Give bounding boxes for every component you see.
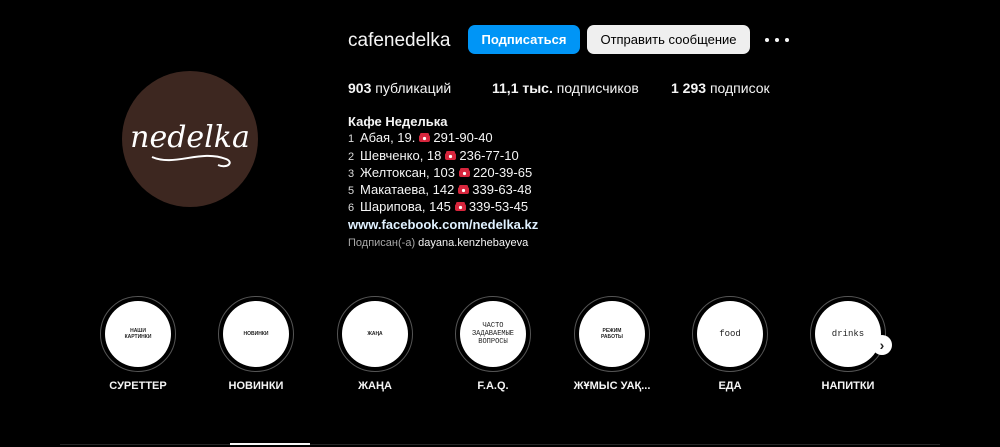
phone-number[interactable]: 291-90-40: [433, 130, 492, 145]
followed-by-user[interactable]: dayana.kenzhebayeva: [418, 237, 528, 249]
highlight-ring: ЖАҢА: [337, 296, 413, 372]
posts-label: публикаций: [375, 80, 452, 96]
address-number: 3: [348, 167, 354, 180]
telephone-icon: [458, 167, 470, 177]
address-text: Макатаева, 142: [360, 182, 455, 198]
story-highlight[interactable]: food ЕДА: [690, 296, 770, 392]
highlight-cover: ЧАСТО ЗАДАВАЕМЫЕ ВОПРОСЫ: [460, 301, 526, 367]
phone-number[interactable]: 339-53-45: [469, 199, 528, 214]
address-number: 6: [348, 202, 354, 215]
highlight-label: ЖАҢА: [358, 380, 392, 392]
telephone-icon: [454, 202, 466, 212]
highlight-ring: РЕЖИМ РАБОТЫ: [574, 296, 650, 372]
telephone-icon: [445, 150, 457, 160]
address-text: Желтоксан, 103: [360, 164, 455, 180]
follow-button[interactable]: Подписаться: [468, 25, 580, 54]
highlight-ring: НОВИНКИ: [218, 296, 294, 372]
bio-address-line: 2 Шевченко, 18 236-77-10: [348, 148, 538, 165]
following-label: подписок: [709, 80, 770, 96]
highlight-cover: НОВИНКИ: [223, 301, 289, 367]
highlight-label: НАПИТКИ: [821, 380, 875, 392]
telephone-icon: [419, 133, 431, 143]
send-message-button[interactable]: Отправить сообщение: [587, 25, 750, 54]
followers-count: 11,1 тыс.: [492, 80, 553, 96]
following-count: 1 293: [671, 80, 707, 96]
profile-full-name: Кафе Неделька: [348, 114, 448, 129]
address-number: 1: [348, 133, 354, 146]
address-number: 2: [348, 150, 354, 163]
more-options-icon[interactable]: [765, 30, 789, 50]
phone-number[interactable]: 220-39-65: [473, 165, 532, 180]
telephone-icon: [458, 185, 470, 195]
bio-address-line: 1 Абая, 19. 291-90-40: [348, 130, 538, 147]
followed-by: Подписан(-а) dayana.kenzhebayeva: [348, 237, 528, 249]
story-highlight[interactable]: НАШИ КАРТИНКИ СУРЕТТЕР: [98, 296, 178, 392]
phone-number[interactable]: 339-63-48: [472, 182, 531, 197]
highlight-cover: НАШИ КАРТИНКИ: [105, 301, 171, 367]
story-highlight[interactable]: ЧАСТО ЗАДАВАЕМЫЕ ВОПРОСЫ F.A.Q.: [453, 296, 533, 392]
address-text: Шевченко, 18: [360, 147, 442, 163]
bio-address-line: 3 Желтоксан, 103 220-39-65: [348, 165, 538, 182]
bio-address-line: 5 Макатаева, 142 339-63-48: [348, 182, 538, 199]
svg-text:nedelka: nedelka: [130, 120, 250, 155]
story-highlight[interactable]: НОВИНКИ НОВИНКИ: [216, 296, 296, 392]
highlight-cover: food: [697, 301, 763, 367]
followed-by-prefix: Подписан(-а): [348, 237, 416, 249]
nedelka-logo: nedelka: [130, 120, 250, 168]
phone-number[interactable]: 236-77-10: [459, 148, 518, 163]
story-highlight[interactable]: РЕЖИМ РАБОТЫ ЖҰМЫС УАҚ...: [572, 296, 652, 392]
highlight-ring: ЧАСТО ЗАДАВАЕМЫЕ ВОПРОСЫ: [455, 296, 531, 372]
active-tab-indicator: [230, 443, 310, 445]
highlight-label: ЖҰМЫС УАҚ...: [573, 380, 651, 392]
chevron-right-icon[interactable]: ›: [872, 335, 892, 355]
highlight-ring: НАШИ КАРТИНКИ: [100, 296, 176, 372]
profile-username: cafenedelka: [348, 30, 451, 51]
highlight-ring: drinks: [810, 296, 886, 372]
highlight-cover: drinks: [815, 301, 881, 367]
followers-label: подписчиков: [556, 80, 639, 96]
bio-website-link[interactable]: www.facebook.com/nedelka.kz: [348, 217, 538, 233]
profile-bio: Кафе Неделька 1 Абая, 19. 291-90-40 2 Шевчен…: [348, 114, 538, 233]
address-text: Абая, 19.: [360, 130, 416, 146]
highlight-cover: ЖАҢА: [342, 301, 408, 367]
story-highlight[interactable]: ЖАҢА ЖАҢА: [335, 296, 415, 392]
address-text: Шарипова, 145: [360, 199, 451, 215]
highlight-label: НОВИНКИ: [228, 380, 284, 392]
highlight-label: ЕДА: [718, 380, 742, 392]
followers-stat[interactable]: 11,1 тыс. подписчиков: [492, 80, 639, 96]
posts-stat: 903 публикаций: [348, 80, 451, 96]
highlight-ring: food: [692, 296, 768, 372]
tabs-divider: [60, 444, 940, 445]
highlight-cover: РЕЖИМ РАБОТЫ: [579, 301, 645, 367]
posts-count: 903: [348, 80, 372, 96]
highlight-label: F.A.Q.: [477, 380, 509, 392]
following-stat[interactable]: 1 293 подписок: [671, 80, 770, 96]
bio-address-line: 6 Шарипова, 145 339-53-45: [348, 199, 538, 216]
address-number: 5: [348, 185, 354, 198]
profile-avatar[interactable]: nedelka: [122, 71, 258, 207]
highlight-label: СУРЕТТЕР: [109, 380, 167, 392]
